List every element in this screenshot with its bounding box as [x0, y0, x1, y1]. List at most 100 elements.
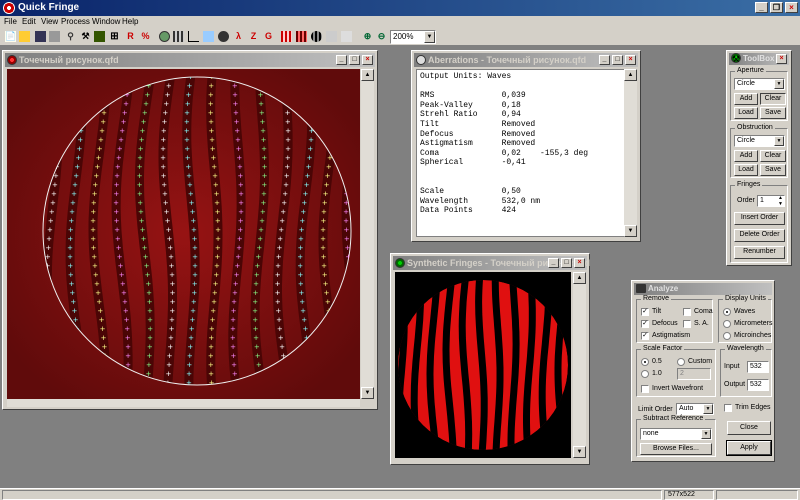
apply-button[interactable]: Apply [726, 440, 772, 456]
obstruction-save-button[interactable]: Save [760, 164, 786, 176]
close-icon[interactable]: × [574, 258, 585, 268]
menu-help[interactable]: Help [122, 17, 138, 26]
browse-files-button[interactable]: Browse Files... [640, 443, 712, 455]
close-button[interactable]: Close [727, 421, 771, 435]
scroll-up-icon[interactable]: ▲ [624, 69, 637, 81]
minimize-icon[interactable]: _ [755, 2, 768, 13]
defocus-checkbox[interactable]: ✓ [641, 320, 649, 328]
trim-edges-checkbox[interactable] [724, 404, 732, 412]
percent-icon[interactable]: % [139, 30, 152, 43]
menu-file[interactable]: File [4, 17, 17, 26]
zoom-out-icon[interactable]: ⊖ [375, 30, 388, 43]
subtract-reference-select[interactable]: none ▼ [640, 428, 712, 440]
obstruction-load-button[interactable]: Load [734, 164, 758, 176]
fringe2-icon[interactable] [280, 30, 293, 43]
aperture-clear-button[interactable]: Clear [760, 93, 786, 105]
menu-view[interactable]: View [41, 17, 58, 26]
waves-radio[interactable] [723, 308, 731, 316]
scroll-down-icon[interactable]: ▼ [573, 446, 586, 458]
zoom-in-icon[interactable]: ⊕ [361, 30, 374, 43]
invert-wavefront-checkbox[interactable] [641, 385, 649, 393]
chevron-down-icon[interactable]: ▼ [774, 136, 784, 146]
interferogram-image[interactable]: + + + + + + + + + + + + + + + + + + + + + + + + + + + + + + + + + + + + + + + +… [7, 69, 360, 399]
chevron-down-icon[interactable]: ▼ [703, 404, 713, 414]
vertical-scrollbar[interactable]: ▲ ▼ [361, 69, 374, 399]
aperture-shape-select[interactable]: Circle ▼ [734, 78, 785, 90]
menu-edit[interactable]: Edit [22, 17, 36, 26]
maximize-icon[interactable]: □ [561, 258, 572, 268]
scale-custom-radio[interactable] [677, 358, 685, 366]
obstruction-add-button[interactable]: Add [734, 150, 758, 162]
close-icon[interactable]: × [776, 54, 787, 64]
micrometers-radio[interactable] [723, 320, 731, 328]
maximize-icon[interactable]: □ [612, 55, 623, 65]
close-icon[interactable]: × [785, 2, 798, 13]
disk-icon[interactable] [217, 30, 230, 43]
chevron-down-icon[interactable]: ▼ [424, 31, 435, 43]
scroll-down-icon[interactable]: ▼ [624, 225, 637, 237]
new-icon[interactable]: 📄 [4, 30, 17, 43]
spin-arrows-icon[interactable]: ▲ ▼ [778, 195, 783, 207]
ruler-icon[interactable] [93, 30, 106, 43]
chevron-down-icon[interactable]: ▼ [701, 429, 711, 439]
g-icon[interactable]: G [262, 30, 275, 43]
scroll-up-icon[interactable]: ▲ [573, 272, 586, 284]
save-icon[interactable] [34, 30, 47, 43]
close-icon[interactable]: × [625, 55, 636, 65]
obstruction-shape-select[interactable]: Circle ▼ [734, 135, 785, 147]
lambda-icon[interactable]: λ [232, 30, 245, 43]
fringe6-icon[interactable] [340, 30, 353, 43]
tilt-checkbox[interactable]: ✓ [641, 308, 649, 316]
custom-scale-input[interactable]: 2 [677, 368, 711, 380]
aperture-save-button[interactable]: Save [760, 107, 786, 119]
delete-order-button[interactable]: Delete Order [734, 229, 785, 242]
r-icon[interactable]: R [124, 30, 137, 43]
renumber-button[interactable]: Renumber [734, 246, 785, 259]
vertical-scrollbar[interactable]: ▲ ▼ [624, 69, 637, 237]
surface-icon[interactable] [202, 30, 215, 43]
vertical-scrollbar[interactable]: ▲ ▼ [573, 272, 586, 458]
tools-icon[interactable]: ⚒ [79, 30, 92, 43]
limit-order-select[interactable]: Auto ▼ [676, 403, 714, 415]
open-icon[interactable] [18, 30, 31, 43]
aperture-load-button[interactable]: Load [734, 107, 758, 119]
maximize-icon[interactable]: □ [349, 55, 360, 65]
menu-window[interactable]: Window [92, 17, 120, 26]
minimize-icon[interactable]: _ [336, 55, 347, 65]
print-icon[interactable] [48, 30, 61, 43]
chevron-down-icon[interactable]: ▼ [774, 79, 784, 89]
close-icon[interactable]: × [362, 55, 373, 65]
fringe3-icon[interactable] [295, 30, 308, 43]
wavelength-output-field[interactable]: 532 [747, 379, 769, 391]
insert-order-button[interactable]: Insert Order [734, 212, 785, 225]
z-icon[interactable]: Z [247, 30, 260, 43]
minimize-icon[interactable]: _ [548, 258, 559, 268]
circle-icon[interactable] [158, 30, 171, 43]
aberration-value: 532,0 nm [501, 196, 541, 206]
fringe-icon[interactable] [172, 30, 185, 43]
zoom-select[interactable]: 200% ▼ [390, 30, 436, 44]
scale-one-radio[interactable] [641, 370, 649, 378]
horizontal-scrollbar[interactable] [7, 399, 360, 407]
fringe-point: + [47, 226, 53, 234]
aperture-add-button[interactable]: Add [734, 93, 758, 105]
scroll-up-icon[interactable]: ▲ [361, 69, 374, 81]
magnify-icon[interactable]: ⚲ [64, 30, 77, 43]
fringe5-icon[interactable] [325, 30, 338, 43]
astigmatism-checkbox[interactable]: ✓ [641, 332, 649, 340]
minimize-icon[interactable]: _ [599, 55, 610, 65]
coma-checkbox[interactable] [683, 308, 691, 316]
scale-half-radio[interactable] [641, 358, 649, 366]
chart-icon[interactable] [187, 30, 200, 43]
obstruction-clear-button[interactable]: Clear [760, 150, 786, 162]
wavelength-input-field[interactable]: 532 [747, 361, 769, 373]
menu-process[interactable]: Process [61, 17, 90, 26]
restore-icon[interactable]: ❐ [770, 2, 783, 13]
grid-icon[interactable]: ⊞ [108, 30, 121, 43]
fringe-point: + [68, 271, 74, 279]
microinches-radio[interactable] [723, 332, 731, 340]
order-spinner[interactable]: 1 ▲ ▼ [757, 195, 785, 207]
sa-checkbox[interactable] [683, 320, 691, 328]
fringe4-icon[interactable] [310, 30, 323, 43]
scroll-down-icon[interactable]: ▼ [361, 387, 374, 399]
